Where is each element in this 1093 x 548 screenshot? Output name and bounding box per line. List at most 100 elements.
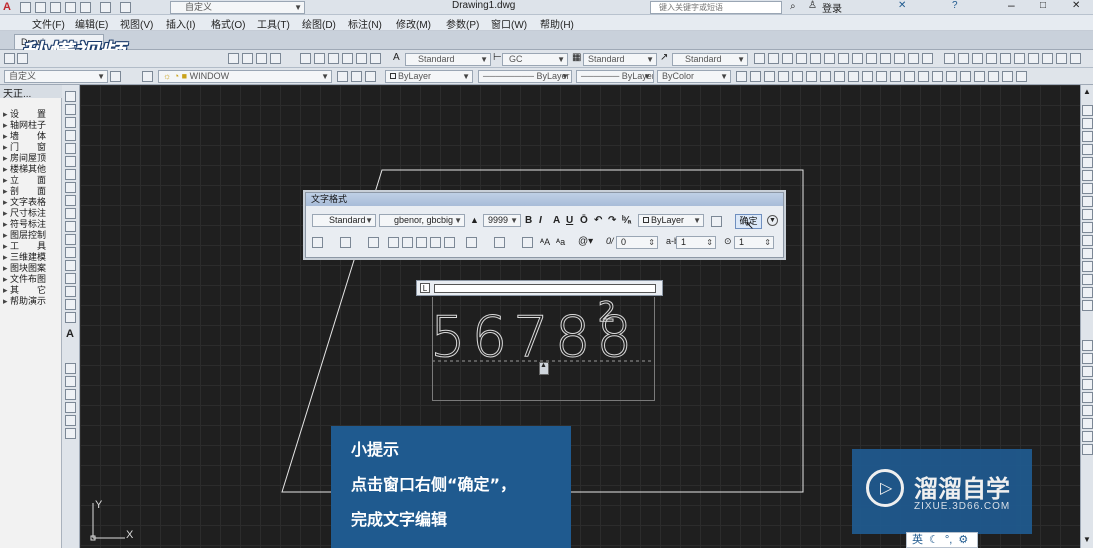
- move-icon[interactable]: [1082, 170, 1093, 181]
- text-style-dropdown[interactable]: Standard ▼: [312, 214, 376, 227]
- binoculars-icon[interactable]: ⌕: [790, 1, 796, 12]
- menu-window[interactable]: 窗口(W): [491, 16, 527, 31]
- workspace-select[interactable]: 自定义 ▼: [170, 1, 305, 14]
- italic-button[interactable]: I: [539, 215, 542, 226]
- snap-tangent-icon[interactable]: [1082, 405, 1093, 416]
- snap-settings-icon[interactable]: [1082, 444, 1093, 455]
- properties-icon[interactable]: [300, 53, 311, 64]
- table-icon[interactable]: [65, 312, 76, 323]
- menu-file[interactable]: 文件(F): [32, 16, 65, 31]
- ellipse-arc-icon[interactable]: [65, 221, 76, 232]
- exchange-icon[interactable]: ✕: [898, 0, 906, 11]
- array-icon[interactable]: [1082, 157, 1093, 168]
- layer-match-icon[interactable]: [365, 71, 376, 82]
- underline-button[interactable]: U: [566, 215, 573, 226]
- point-icon[interactable]: [65, 260, 76, 271]
- circle-icon[interactable]: [65, 169, 76, 180]
- workspace-combo[interactable]: 自定义 ▼: [4, 70, 108, 83]
- help-icon[interactable]: ?: [952, 0, 958, 11]
- zoom-previous-icon[interactable]: [270, 53, 281, 64]
- rectangle-icon[interactable]: [792, 71, 803, 82]
- ruler-toggle-icon[interactable]: [711, 216, 722, 227]
- stack-icon[interactable]: ᵇ⁄ₐ: [622, 215, 631, 226]
- explode-icon[interactable]: [1082, 300, 1093, 311]
- mleader-style-select[interactable]: Standard ▼: [672, 53, 748, 66]
- annotative-icon[interactable]: ▲: [470, 215, 479, 225]
- text-color-dropdown[interactable]: ByLayer ▼: [638, 214, 704, 227]
- gradient-icon[interactable]: [65, 286, 76, 297]
- dim-aligned-icon[interactable]: [768, 53, 779, 64]
- scroll-icon[interactable]: [1016, 71, 1027, 82]
- dim-continue-icon[interactable]: [894, 53, 905, 64]
- redo-icon[interactable]: ↷: [608, 215, 616, 226]
- dim-radius-icon[interactable]: [810, 53, 821, 64]
- calc-icon[interactable]: [370, 53, 381, 64]
- point-icon[interactable]: [918, 71, 929, 82]
- pline-icon[interactable]: [65, 117, 76, 128]
- search-input[interactable]: 键入关键字或短语: [650, 1, 782, 14]
- ellipse-arc-icon[interactable]: [876, 71, 887, 82]
- numbering-icon[interactable]: [494, 237, 505, 248]
- mtext-justify-icon[interactable]: [340, 237, 351, 248]
- hatch-icon[interactable]: [932, 71, 943, 82]
- saveas-icon[interactable]: [65, 2, 76, 13]
- revcloud-icon[interactable]: [65, 182, 76, 193]
- snap-intersection-icon[interactable]: [1082, 366, 1093, 377]
- mirror-icon[interactable]: [1082, 131, 1093, 142]
- offset-icon[interactable]: [65, 402, 76, 413]
- dim-style-select[interactable]: GC ▼: [502, 53, 568, 66]
- paragraph-icon[interactable]: [368, 237, 379, 248]
- table-style-select[interactable]: Standard ▼: [583, 53, 657, 66]
- dim-quick-icon[interactable]: [866, 53, 877, 64]
- zoom-window-icon[interactable]: [256, 53, 267, 64]
- snap-nearest-icon[interactable]: [1082, 431, 1093, 442]
- copy-icon[interactable]: [1056, 53, 1067, 64]
- table-icon[interactable]: [974, 71, 985, 82]
- make-block-icon[interactable]: [904, 71, 915, 82]
- stretch-icon[interactable]: [1082, 209, 1093, 220]
- text-format-title[interactable]: 文字格式: [306, 193, 783, 206]
- minimize-button[interactable]: –: [1008, 0, 1015, 12]
- maximize-button[interactable]: □: [1040, 0, 1046, 11]
- insert-block-icon[interactable]: [65, 234, 76, 245]
- move-icon[interactable]: [1042, 53, 1053, 64]
- dim-arc-icon[interactable]: [782, 53, 793, 64]
- dim-linear-icon[interactable]: [754, 53, 765, 64]
- erase-icon[interactable]: [1082, 105, 1093, 116]
- arc-icon[interactable]: [65, 156, 76, 167]
- xline-icon[interactable]: [65, 104, 76, 115]
- snap-midpoint-icon[interactable]: [1082, 353, 1093, 364]
- bold-button[interactable]: B: [525, 215, 532, 226]
- user-icon[interactable]: ♙: [808, 0, 817, 11]
- align-right-icon[interactable]: [416, 237, 427, 248]
- make-current-icon[interactable]: [351, 71, 362, 82]
- rotate-icon[interactable]: [1082, 183, 1093, 194]
- plot-icon[interactable]: [80, 2, 91, 13]
- mtext-superscript[interactable]: 2: [598, 295, 617, 329]
- distribute-icon[interactable]: [444, 237, 455, 248]
- sidebar-item-help-demo[interactable]: ▸ 帮助演示: [3, 294, 59, 307]
- menu-dimension[interactable]: 标注(N): [348, 16, 382, 31]
- layer-previous-icon[interactable]: [337, 71, 348, 82]
- lineweight-select[interactable]: ────── ByLayer ▼: [576, 70, 654, 83]
- mirror-icon[interactable]: [65, 389, 76, 400]
- insert-field-icon[interactable]: [522, 237, 533, 248]
- app-logo-icon[interactable]: A: [3, 1, 15, 13]
- sheetset-icon[interactable]: [342, 53, 353, 64]
- spline-icon[interactable]: [65, 195, 76, 206]
- trim-icon[interactable]: [1082, 222, 1093, 233]
- layer-manager-icon[interactable]: [142, 71, 153, 82]
- polygon-icon[interactable]: [65, 130, 76, 141]
- design-center-icon[interactable]: [314, 53, 325, 64]
- revcloud-icon[interactable]: [834, 71, 845, 82]
- join-icon[interactable]: [1082, 261, 1093, 272]
- dim-ordinate-icon[interactable]: [796, 53, 807, 64]
- arc-icon[interactable]: [806, 71, 817, 82]
- line-icon[interactable]: [65, 91, 76, 102]
- snap-center-icon[interactable]: [1082, 379, 1093, 390]
- options-icon[interactable]: ▼: [767, 215, 778, 226]
- tab-type-icon[interactable]: L: [420, 283, 430, 293]
- make-block-icon[interactable]: [65, 247, 76, 258]
- undo-icon[interactable]: ↶: [594, 215, 602, 226]
- dim-space-icon[interactable]: [908, 53, 919, 64]
